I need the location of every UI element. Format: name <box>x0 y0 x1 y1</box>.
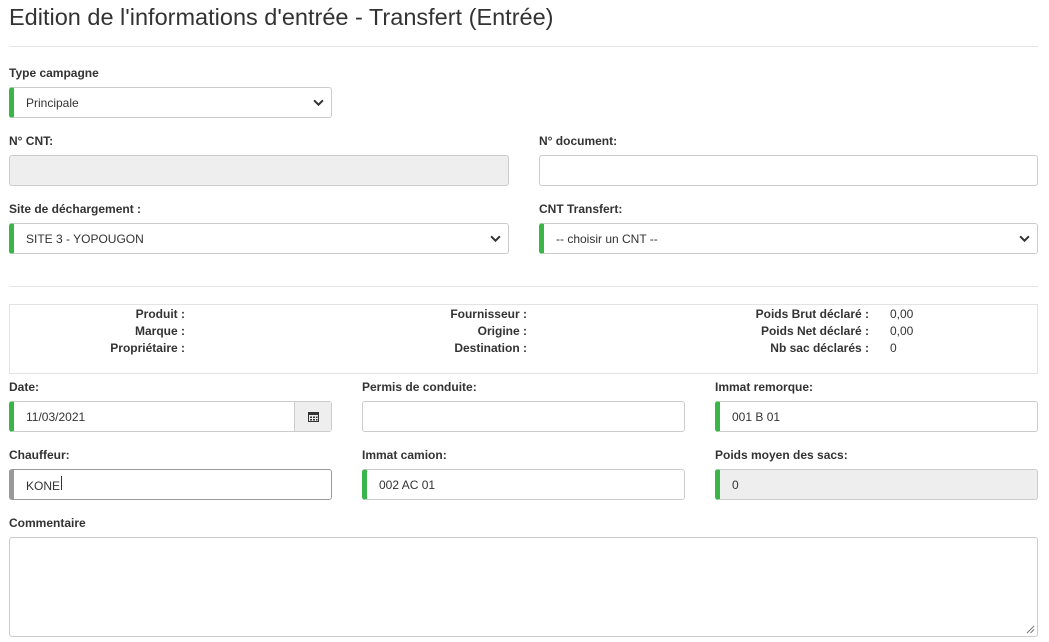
type-campagne-value: Principale <box>26 95 79 110</box>
immat-remorque-input[interactable]: 001 B 01 <box>715 401 1038 432</box>
cnt-transfert-label: CNT Transfert: <box>539 202 623 216</box>
chevron-down-icon <box>1019 235 1030 243</box>
chevron-down-icon <box>313 99 324 107</box>
divider <box>9 46 1038 47</box>
site-dechargement-select[interactable]: SITE 3 - YOPOUGON <box>9 223 509 254</box>
poids-net-value: 0,00 <box>890 324 914 338</box>
nb-sac-value: 0 <box>890 341 897 355</box>
date-input[interactable]: 11/03/2021 <box>9 401 332 432</box>
commentaire-label: Commentaire <box>9 516 86 530</box>
immat-remorque-label: Immat remorque: <box>715 380 814 394</box>
site-dechargement-value: SITE 3 - YOPOUGON <box>26 231 144 246</box>
permis-input[interactable] <box>362 401 685 432</box>
chauffeur-value: KONE <box>26 479 61 493</box>
origine-label: Origine : <box>477 324 527 338</box>
calendar-icon <box>307 412 319 422</box>
cnt-transfert-value: -- choisir un CNT -- <box>556 231 658 246</box>
immat-camion-input[interactable]: 002 AC 01 <box>362 469 685 500</box>
date-value: 11/03/2021 <box>26 409 86 424</box>
date-picker-button[interactable] <box>294 402 331 431</box>
site-dechargement-label: Site de déchargement : <box>9 202 142 216</box>
no-cnt-field <box>9 155 509 186</box>
immat-camion-label: Immat camion: <box>362 448 447 462</box>
poids-brut-label: Poids Brut déclaré : <box>755 307 869 321</box>
produit-label: Produit : <box>135 307 185 321</box>
poids-moyen-field: 0 <box>715 469 1038 500</box>
destination-label: Destination : <box>454 341 527 355</box>
marque-label: Marque : <box>134 324 185 338</box>
poids-net-label: Poids Net déclaré : <box>760 324 869 338</box>
poids-moyen-value: 0 <box>732 477 739 492</box>
poids-brut-value: 0,00 <box>890 307 914 321</box>
no-document-label: N° document: <box>539 134 618 148</box>
resize-handle-icon[interactable] <box>1026 625 1035 634</box>
poids-moyen-label: Poids moyen des sacs: <box>715 448 848 462</box>
proprietaire-label: Propriétaire : <box>110 341 185 355</box>
fournisseur-label: Fournisseur : <box>450 307 527 321</box>
date-label: Date: <box>9 380 40 394</box>
text-cursor <box>61 476 63 490</box>
type-campagne-label: Type campagne <box>9 66 99 80</box>
immat-camion-value: 002 AC 01 <box>379 477 436 492</box>
page-title: Edition de l'informations d'entrée - Tra… <box>9 4 554 30</box>
divider <box>9 286 1038 287</box>
cnt-transfert-select[interactable]: -- choisir un CNT -- <box>539 223 1038 254</box>
nb-sac-label: Nb sac déclarés : <box>770 341 869 355</box>
chauffeur-label: Chauffeur: <box>9 448 70 462</box>
declared-info-panel: Produit : Marque : Propriétaire : Fourni… <box>9 304 1038 374</box>
chevron-down-icon <box>490 235 501 243</box>
immat-remorque-value: 001 B 01 <box>732 409 781 424</box>
type-campagne-select[interactable]: Principale <box>9 87 332 118</box>
commentaire-textarea[interactable] <box>9 537 1038 637</box>
permis-label: Permis de conduite: <box>362 380 477 394</box>
no-document-input[interactable] <box>539 155 1038 186</box>
chauffeur-input[interactable]: KONE <box>9 469 332 500</box>
no-cnt-label: N° CNT: <box>9 134 54 148</box>
